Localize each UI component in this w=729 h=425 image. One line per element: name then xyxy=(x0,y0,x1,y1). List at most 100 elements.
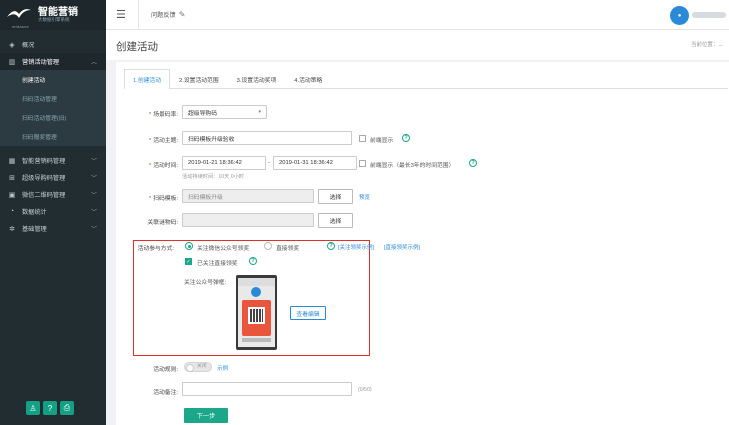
end-time-input[interactable]: 2019-01-31 18:36:42 xyxy=(273,156,357,170)
template-input: 扫码模板升级 xyxy=(182,189,314,203)
sidebar-subitem-scan-manage[interactable]: 扫码活动管理 xyxy=(0,89,106,108)
template-label: * 扫码模板: xyxy=(148,196,178,202)
duration-hint: 活动持续时间：10天 0小时 xyxy=(182,174,244,180)
qr-code-icon xyxy=(248,307,265,324)
breadcrumb: 当前位置：... xyxy=(691,40,723,48)
theme-front-label: 前端显示 xyxy=(370,138,394,144)
rule-toggle[interactable]: 关闭 xyxy=(184,362,212,372)
scene-label: * 场景码率: xyxy=(148,112,178,118)
tab-prizes[interactable]: 3.设置活动奖项 xyxy=(228,69,286,89)
direct-example-link[interactable]: [直接领奖示例] xyxy=(384,243,420,251)
chevron-down-icon: ﹀ xyxy=(90,193,97,199)
followed-direct-checkbox[interactable]: ✓ xyxy=(185,258,192,265)
sidebar-item-basic[interactable]: ✲ 基础管理 ﹀ xyxy=(0,220,106,237)
help-icon[interactable]: ? xyxy=(249,257,257,265)
avatar[interactable]: ● xyxy=(670,6,689,25)
brand-tagline: 大数据引擎系统 xyxy=(38,17,70,23)
help-icon[interactable]: ? xyxy=(43,401,57,415)
mode-wechat-label: 关注微信公众号领奖 xyxy=(197,246,250,252)
feedback-link[interactable]: 问题反馈 ✎ xyxy=(151,10,185,19)
brand-sub: midasxe xyxy=(12,24,29,29)
bar-chart-icon: ▥ xyxy=(8,58,16,66)
theme-label: * 活动主题: xyxy=(148,138,178,144)
brand-logo[interactable]: midasxe 智能营销 大数据引擎系统 xyxy=(0,0,106,30)
scene-value: 超级导购码 xyxy=(188,110,217,117)
tab-range[interactable]: 2.设置活动范围 xyxy=(170,69,228,89)
sidebar-item-wechat-code[interactable]: ▣ 微信二维码管理 ﹀ xyxy=(0,186,106,203)
rule-toggle-label: 关闭 xyxy=(197,364,207,369)
time-front-checkbox[interactable] xyxy=(359,160,366,167)
page-header: 创建活动 当前位置：... xyxy=(106,30,729,60)
sidebar-item-campaign[interactable]: ▥ 营销活动管理 ︿ xyxy=(0,53,106,70)
chevron-down-icon: ﹀ xyxy=(90,210,97,216)
popup-label: 关注公众号弹框: xyxy=(184,280,227,286)
breadcrumb-link[interactable]: ... xyxy=(718,42,723,48)
sidebar-subitem-scan-reward[interactable]: 扫码赠奖管理 xyxy=(0,127,106,146)
chevron-down-icon: ﹀ xyxy=(90,159,97,165)
start-time-value: 2019-01-21 18:36:42 xyxy=(188,160,242,166)
remark-input[interactable] xyxy=(182,382,352,396)
print-icon[interactable]: ⎙ xyxy=(60,401,74,415)
theme-value: 扫码模板升级验收 xyxy=(188,136,235,143)
content-panel: 1.创建活动 2.设置活动范围 3.设置活动奖项 4.活动策略 * 场景码率: 超… xyxy=(116,62,729,425)
chevron-down-icon: ﹀ xyxy=(90,176,97,182)
choose-template-button[interactable]: 选择 xyxy=(318,189,353,204)
choose-related-button[interactable]: 选择 xyxy=(318,213,353,228)
end-time-value: 2019-01-31 18:36:42 xyxy=(279,160,333,166)
time-label: * 活动时间: xyxy=(148,163,178,169)
menu-toggle-icon[interactable]: ☰ xyxy=(116,8,130,21)
sidebar-item-label: 智能营销码管理 xyxy=(22,158,66,165)
remark-label: 活动备注: xyxy=(153,390,178,396)
help-icon[interactable]: ? xyxy=(402,134,410,142)
page-title: 创建活动 xyxy=(116,41,158,53)
popup-preview-image xyxy=(236,275,277,350)
sidebar-item-label: 微信二维码管理 xyxy=(22,192,66,199)
sidebar-item-label: 超级导购码管理 xyxy=(22,175,66,182)
logo-bird-icon: midasxe xyxy=(6,5,36,29)
sidebar-item-overview[interactable]: ◈ 概况 xyxy=(0,36,106,53)
scene-select[interactable]: 超级导购码 ▾ xyxy=(182,105,267,119)
sidebar: midasxe 智能营销 大数据引擎系统 ◈ 概况 ▥ 营销活动管理 ︿ 创建活… xyxy=(0,0,106,425)
preview-link[interactable]: 预览 xyxy=(359,193,370,201)
sidebar-item-smart-code[interactable]: ▦ 智能营销码管理 ﹀ xyxy=(0,152,106,169)
theme-input[interactable]: 扫码模板升级验收 xyxy=(182,131,352,145)
step-tabs: 1.创建活动 2.设置活动范围 3.设置活动奖项 4.活动策略 xyxy=(124,69,728,89)
start-time-input[interactable]: 2019-01-21 18:36:42 xyxy=(182,156,266,170)
help-icon[interactable]: ? xyxy=(469,159,477,167)
rule-example-link[interactable]: 示例 xyxy=(217,364,228,372)
mode-wechat-radio[interactable] xyxy=(185,242,193,250)
sidebar-subitem-scan-manage-old[interactable]: 扫码活动管理(旧) xyxy=(0,108,106,127)
time-separator: - xyxy=(268,160,270,166)
layers-icon: ◈ xyxy=(9,41,15,49)
top-bar: ☰ 问题反馈 ✎ ● xyxy=(106,0,729,30)
user-name-blurred[interactable] xyxy=(692,12,726,18)
sidebar-submenu: 创建活动 扫码活动管理 扫码活动管理(旧) 扫码赠奖管理 xyxy=(0,70,106,146)
gear-icon: ✲ xyxy=(9,225,15,233)
chevron-up-icon: ︿ xyxy=(90,60,97,66)
tab-create[interactable]: 1.创建活动 xyxy=(124,69,171,89)
next-button[interactable]: 下一步 xyxy=(184,408,228,423)
sidebar-subitem-create[interactable]: 创建活动 xyxy=(0,70,106,89)
divider xyxy=(138,0,139,30)
related-label: 关联谜物码: xyxy=(147,220,178,226)
time-front-label: 前端显示（最长3年的时间范围） xyxy=(370,163,455,169)
view-edit-button[interactable]: 查看编辑 xyxy=(290,306,326,320)
qq-icon[interactable]: ♙ xyxy=(26,401,40,415)
mode-direct-radio[interactable] xyxy=(264,242,272,250)
chevron-down-icon: ﹀ xyxy=(90,227,97,233)
edit-icon: ✎ xyxy=(178,10,186,19)
related-input xyxy=(182,213,314,227)
help-icon[interactable]: ? xyxy=(327,242,335,250)
remark-count: (0/50) xyxy=(358,387,372,393)
theme-front-checkbox[interactable] xyxy=(359,135,366,142)
pie-icon: ◔ xyxy=(9,208,15,215)
tab-strategy[interactable]: 4.活动策略 xyxy=(285,69,331,89)
sidebar-item-label: 基础管理 xyxy=(22,226,47,233)
participate-label: 活动参与方式: xyxy=(137,246,174,252)
sidebar-item-stats[interactable]: ◔ 数据统计 ﹀ xyxy=(0,203,106,220)
feedback-label: 问题反馈 xyxy=(151,12,176,19)
sidebar-item-label: 数据统计 xyxy=(22,209,47,216)
follow-example-link[interactable]: [关注领奖示例] xyxy=(338,243,374,251)
mode-direct-label: 直接领奖 xyxy=(276,246,300,252)
sidebar-item-guide-code[interactable]: ⊞ 超级导购码管理 ﹀ xyxy=(0,169,106,186)
